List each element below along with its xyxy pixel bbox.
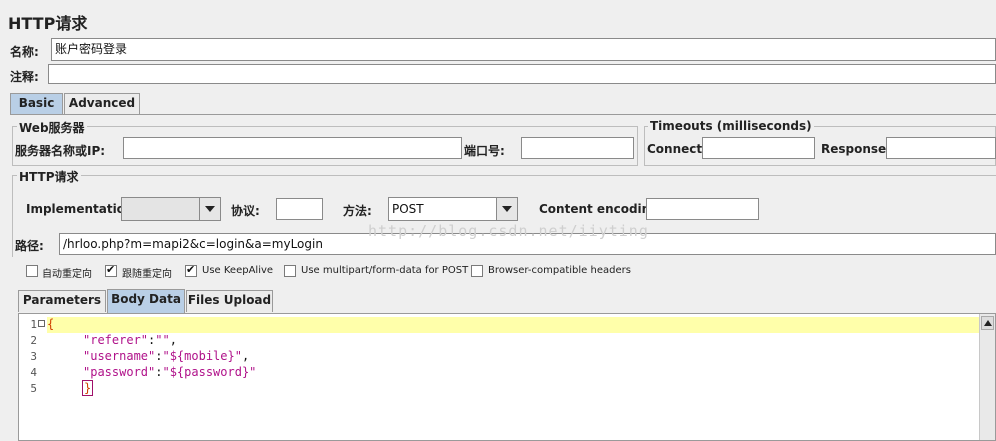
connect-label: Connect: [647,142,707,156]
port-field[interactable] [521,137,634,159]
comment-field[interactable] [48,64,996,84]
json-value: "${mobile}" [162,349,242,363]
keepalive-label: Use KeepAlive [202,265,274,276]
timeouts-legend: Timeouts (milliseconds) [648,119,814,133]
open-brace: { [47,317,55,331]
content-encoding-label: Content encoding: [539,202,664,216]
implementation-dropdown[interactable] [121,197,221,221]
protocol-label: 协议: [231,204,260,218]
tab-advanced[interactable]: Advanced [64,93,140,114]
browser-headers-checkbox[interactable] [471,265,483,277]
fold-icon[interactable] [38,320,45,327]
tab-parameters[interactable]: Parameters [18,290,106,312]
line-number-gutter: 1 2 3 4 5 [19,314,47,440]
comment-label: 注释: [10,70,39,84]
follow-redirect-checkbox[interactable] [105,263,117,277]
chevron-down-icon[interactable] [496,198,517,220]
scroll-up-icon[interactable] [981,316,994,330]
method-label: 方法: [343,204,372,218]
close-brace: } [81,380,94,396]
name-label: 名称: [10,45,39,59]
follow-redirect-label: 跟随重定向 [122,269,172,280]
tab-files-upload[interactable]: Files Upload [186,290,273,312]
tab-divider [10,114,996,115]
name-field[interactable]: 账户密码登录 [51,38,996,61]
line-number: 2 [30,334,37,347]
code-line: "referer":"", [83,333,177,347]
multipart-checkbox[interactable] [284,265,296,277]
response-label: Response: [821,142,891,156]
method-dropdown[interactable]: POST [388,197,518,221]
json-key: "password" [83,365,156,379]
response-field[interactable] [886,137,996,159]
line-number: 4 [30,366,37,379]
server-name-label: 服务器名称或IP: [15,144,106,158]
body-data-editor[interactable]: 1 2 3 4 5 { "referer":"", "username":"${… [18,313,996,441]
code-line: { [47,317,54,331]
connect-field[interactable] [702,137,815,159]
web-server-legend: Web服务器 [17,119,87,136]
protocol-field[interactable] [276,198,323,220]
code-line: "password":"${password}" [83,365,256,379]
method-value: POST [392,202,424,216]
keepalive-checkbox[interactable] [185,263,197,277]
code-line: "username":"${mobile}", [83,349,249,363]
json-comma: , [169,333,177,347]
code-line: } [81,380,94,396]
browser-headers-label: Browser-compatible headers [488,265,631,276]
content-encoding-field[interactable] [646,198,759,220]
json-key: "username" [83,349,156,363]
json-value: "" [155,333,170,347]
editor-scrollbar[interactable] [979,314,995,440]
json-value: "${password}" [162,365,257,379]
json-comma: , [241,349,250,363]
auto-redirect-checkbox[interactable] [26,265,38,277]
panel-title: HTTP请求 [8,14,88,33]
port-label: 端口号: [464,144,505,158]
multipart-label: Use multipart/form-data for POST [301,265,469,276]
line-number: 5 [30,382,37,395]
current-line-highlight [47,317,979,333]
server-name-field[interactable] [123,137,462,159]
path-label: 路径: [15,239,44,253]
tab-body-data[interactable]: Body Data [107,289,185,313]
watermark-text: http://blog.csdn.net/iiyting [368,222,649,240]
auto-redirect-label: 自动重定向 [42,269,92,280]
json-key: "referer" [83,333,149,347]
http-request-legend: HTTP请求 [17,168,81,185]
line-number: 1 [30,318,37,331]
tab-basic[interactable]: Basic [10,93,63,115]
chevron-down-icon[interactable] [199,198,220,220]
line-number: 3 [30,350,37,363]
